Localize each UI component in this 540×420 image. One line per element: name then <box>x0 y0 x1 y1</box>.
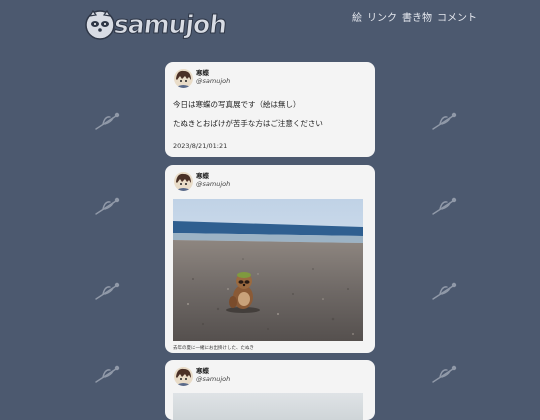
photo-caption: 去年の夏に一緒にお出掛けした、たぬき <box>173 346 254 351</box>
avatar <box>174 69 193 88</box>
post-text-line: 今日は寒蝶の写真展です（絵は無し） <box>173 100 301 109</box>
author-handle: @samujoh <box>196 180 231 188</box>
author-name: 寒蝶 <box>196 367 209 375</box>
main-nav: 絵 リンク 書き物 コメント <box>352 9 477 24</box>
dragonfly-icon <box>95 197 120 215</box>
nav-item-links[interactable]: リンク <box>367 9 397 24</box>
nav-item-writings[interactable]: 書き物 <box>402 9 432 24</box>
post-text-line: たぬきとおばけが苦手な方はご注意ください <box>173 119 323 128</box>
dragonfly-icon <box>95 365 120 383</box>
dragonfly-icon <box>95 112 120 130</box>
post-photo[interactable] <box>173 393 363 420</box>
dragonfly-icon <box>432 282 457 300</box>
post-date: 2023/8/21/01:21 <box>173 142 228 150</box>
raccoon-dog-face-icon <box>85 9 115 40</box>
author-handle: @samujoh <box>196 77 231 85</box>
dragonfly-icon <box>432 365 457 383</box>
dragonfly-icon <box>432 112 457 130</box>
author-name: 寒蝶 <box>196 172 209 180</box>
author-handle: @samujoh <box>196 375 231 383</box>
dragonfly-icon <box>95 282 120 300</box>
post-author[interactable]: 寒蝶 @samujoh <box>174 172 230 191</box>
post-card: 寒蝶 @samujoh 今日は寒蝶の写真展です（絵は無し） たぬきとおばけが苦手… <box>165 62 375 157</box>
nav-item-comments[interactable]: コメント <box>437 9 477 24</box>
author-name: 寒蝶 <box>196 69 209 77</box>
logo-text: samujoh <box>112 10 228 40</box>
post-author[interactable]: 寒蝶 @samujoh <box>174 367 230 386</box>
post-card: 寒蝶 @samujoh <box>165 360 375 420</box>
post-author[interactable]: 寒蝶 @samujoh <box>174 69 230 88</box>
avatar <box>174 367 193 386</box>
dragonfly-icon <box>432 197 457 215</box>
site-logo[interactable]: samujoh <box>84 6 228 46</box>
avatar <box>174 172 193 191</box>
post-photo[interactable] <box>173 199 363 341</box>
nav-item-art[interactable]: 絵 <box>352 9 362 24</box>
post-card: 寒蝶 @samujoh <box>165 165 375 353</box>
